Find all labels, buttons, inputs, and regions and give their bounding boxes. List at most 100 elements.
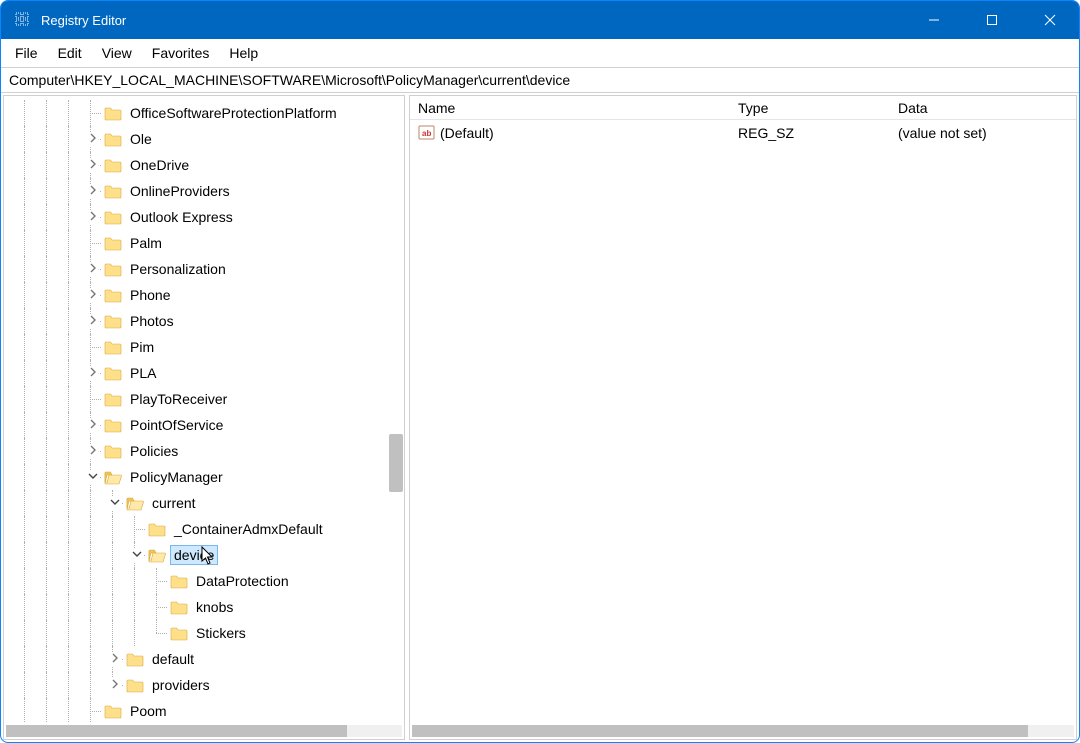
chevron-right-icon[interactable] xyxy=(86,158,100,172)
tree-node-label[interactable]: PointOfService xyxy=(126,415,227,435)
vertical-scrollbar-thumb[interactable] xyxy=(389,434,403,492)
title-bar[interactable]: Registry Editor xyxy=(1,1,1079,39)
folder-icon xyxy=(126,678,144,693)
chevron-down-icon[interactable] xyxy=(108,496,122,510)
tree-node-label[interactable]: current xyxy=(148,493,200,513)
chevron-right-icon[interactable] xyxy=(86,288,100,302)
folder-icon xyxy=(104,340,122,355)
folder-icon xyxy=(104,366,122,381)
chevron-right-icon[interactable] xyxy=(108,678,122,692)
minimize-button[interactable] xyxy=(905,1,963,39)
horizontal-scrollbar-right[interactable] xyxy=(410,723,1076,739)
values-pane: Name Type Data ab(Default)REG_SZ(value n… xyxy=(409,95,1077,740)
tree-node[interactable]: current xyxy=(4,490,404,516)
horizontal-scrollbar-left[interactable] xyxy=(4,723,404,739)
tree-node[interactable]: providers xyxy=(4,672,404,698)
menu-file[interactable]: File xyxy=(5,42,48,64)
tree-node[interactable]: default xyxy=(4,646,404,672)
tree-node[interactable]: _ContainerAdmxDefault xyxy=(4,516,404,542)
value-row[interactable]: ab(Default)REG_SZ(value not set) xyxy=(410,120,1076,146)
tree-node-label[interactable]: Phone xyxy=(126,285,174,305)
folder-icon xyxy=(148,522,166,537)
tree-node[interactable]: Poom xyxy=(4,698,404,723)
chevron-right-icon[interactable] xyxy=(86,210,100,224)
chevron-right-icon[interactable] xyxy=(86,184,100,198)
chevron-right-icon[interactable] xyxy=(86,314,100,328)
tree-node[interactable]: Personalization xyxy=(4,256,404,282)
tree-node-label[interactable]: PolicyManager xyxy=(126,467,227,487)
tree-node[interactable]: PolicyManager xyxy=(4,464,404,490)
tree-node-label[interactable]: default xyxy=(148,649,198,669)
folder-icon xyxy=(104,210,122,225)
chevron-down-icon[interactable] xyxy=(130,548,144,562)
folder-icon xyxy=(170,574,188,589)
folder-icon xyxy=(104,392,122,407)
chevron-right-icon[interactable] xyxy=(86,418,100,432)
tree-node-label[interactable]: OneDrive xyxy=(126,155,193,175)
tree-node[interactable]: Pim xyxy=(4,334,404,360)
chevron-right-icon[interactable] xyxy=(86,366,100,380)
tree-node[interactable]: Ole xyxy=(4,126,404,152)
close-button[interactable] xyxy=(1021,1,1079,39)
chevron-right-icon[interactable] xyxy=(86,132,100,146)
folder-icon xyxy=(104,288,122,303)
tree-node[interactable]: PointOfService xyxy=(4,412,404,438)
tree-node-label[interactable]: _ContainerAdmxDefault xyxy=(170,519,327,539)
folder-icon xyxy=(104,444,122,459)
tree-node[interactable]: Policies xyxy=(4,438,404,464)
tree-node[interactable]: PLA xyxy=(4,360,404,386)
tree-node[interactable]: Stickers xyxy=(4,620,404,646)
folder-open-icon xyxy=(104,470,122,485)
value-type: REG_SZ xyxy=(730,125,890,141)
tree-node[interactable]: Palm xyxy=(4,230,404,256)
values-list[interactable]: ab(Default)REG_SZ(value not set) xyxy=(410,120,1076,723)
chevron-right-icon[interactable] xyxy=(86,444,100,458)
chevron-right-icon[interactable] xyxy=(108,652,122,666)
tree-node[interactable]: PlayToReceiver xyxy=(4,386,404,412)
tree-node-label[interactable]: Poom xyxy=(126,701,171,721)
tree-node[interactable]: OfficeSoftwareProtectionPlatform xyxy=(4,100,404,126)
registry-tree[interactable]: OfficeSoftwareProtectionPlatform Ole OneDr… xyxy=(4,96,404,723)
tree-node-label[interactable]: Photos xyxy=(126,311,178,331)
tree-node-label[interactable]: Outlook Express xyxy=(126,207,237,227)
value-data: (value not set) xyxy=(890,125,1076,141)
tree-node-label[interactable]: Personalization xyxy=(126,259,230,279)
column-name[interactable]: Name xyxy=(410,100,730,116)
tree-node-label[interactable]: Stickers xyxy=(192,623,250,643)
tree-node-label[interactable]: PlayToReceiver xyxy=(126,389,231,409)
tree-node[interactable]: OneDrive xyxy=(4,152,404,178)
tree-node-label[interactable]: OfficeSoftwareProtectionPlatform xyxy=(126,103,341,123)
menu-edit[interactable]: Edit xyxy=(48,42,92,64)
tree-node[interactable]: Outlook Express xyxy=(4,204,404,230)
tree-node-label[interactable]: Pim xyxy=(126,337,158,357)
tree-node[interactable]: DataProtection xyxy=(4,568,404,594)
column-data[interactable]: Data xyxy=(890,100,1076,116)
tree-node[interactable]: device xyxy=(4,542,404,568)
tree-node-label[interactable]: OnlineProviders xyxy=(126,181,234,201)
tree-node-label[interactable]: DataProtection xyxy=(192,571,293,591)
address-bar[interactable]: Computer\HKEY_LOCAL_MACHINE\SOFTWARE\Mic… xyxy=(1,67,1079,93)
tree-node-label[interactable]: knobs xyxy=(192,597,237,617)
column-type[interactable]: Type xyxy=(730,100,890,116)
maximize-button[interactable] xyxy=(963,1,1021,39)
folder-icon xyxy=(104,236,122,251)
tree-node-label[interactable]: Policies xyxy=(126,441,182,461)
tree-node[interactable]: Phone xyxy=(4,282,404,308)
folder-icon xyxy=(104,262,122,277)
folder-icon xyxy=(104,184,122,199)
menu-help[interactable]: Help xyxy=(219,42,268,64)
window-title: Registry Editor xyxy=(41,13,905,28)
tree-node-label[interactable]: Ole xyxy=(126,129,156,149)
tree-node-label[interactable]: device xyxy=(170,545,218,565)
menu-favorites[interactable]: Favorites xyxy=(142,42,220,64)
folder-icon xyxy=(104,418,122,433)
menu-view[interactable]: View xyxy=(92,42,142,64)
tree-node-label[interactable]: Palm xyxy=(126,233,166,253)
tree-node-label[interactable]: providers xyxy=(148,675,214,695)
tree-node-label[interactable]: PLA xyxy=(126,363,160,383)
chevron-down-icon[interactable] xyxy=(86,470,100,484)
chevron-right-icon[interactable] xyxy=(86,262,100,276)
tree-node[interactable]: knobs xyxy=(4,594,404,620)
tree-node[interactable]: OnlineProviders xyxy=(4,178,404,204)
tree-node[interactable]: Photos xyxy=(4,308,404,334)
